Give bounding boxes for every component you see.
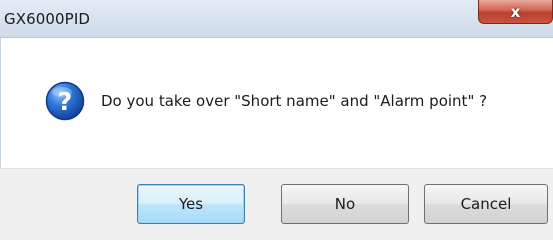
dialog-message: Do you take over "Short name" and "Alarm… [101, 92, 488, 110]
message-dialog: GX6000PID x ? Do you take over "Short na… [0, 0, 553, 240]
close-button[interactable]: x [478, 0, 553, 24]
title-bar[interactable]: GX6000PID x [0, 0, 553, 38]
close-icon: x [510, 2, 521, 21]
window-title: GX6000PID [4, 10, 90, 28]
button-bar: Yes No Cancel [0, 168, 553, 240]
question-icon: ? [45, 81, 85, 121]
cancel-button[interactable]: Cancel [424, 184, 548, 224]
dialog-body: ? Do you take over "Short name" and "Ala… [0, 38, 553, 168]
svg-text:?: ? [58, 87, 73, 116]
no-button[interactable]: No [281, 184, 409, 224]
yes-button[interactable]: Yes [137, 184, 245, 224]
